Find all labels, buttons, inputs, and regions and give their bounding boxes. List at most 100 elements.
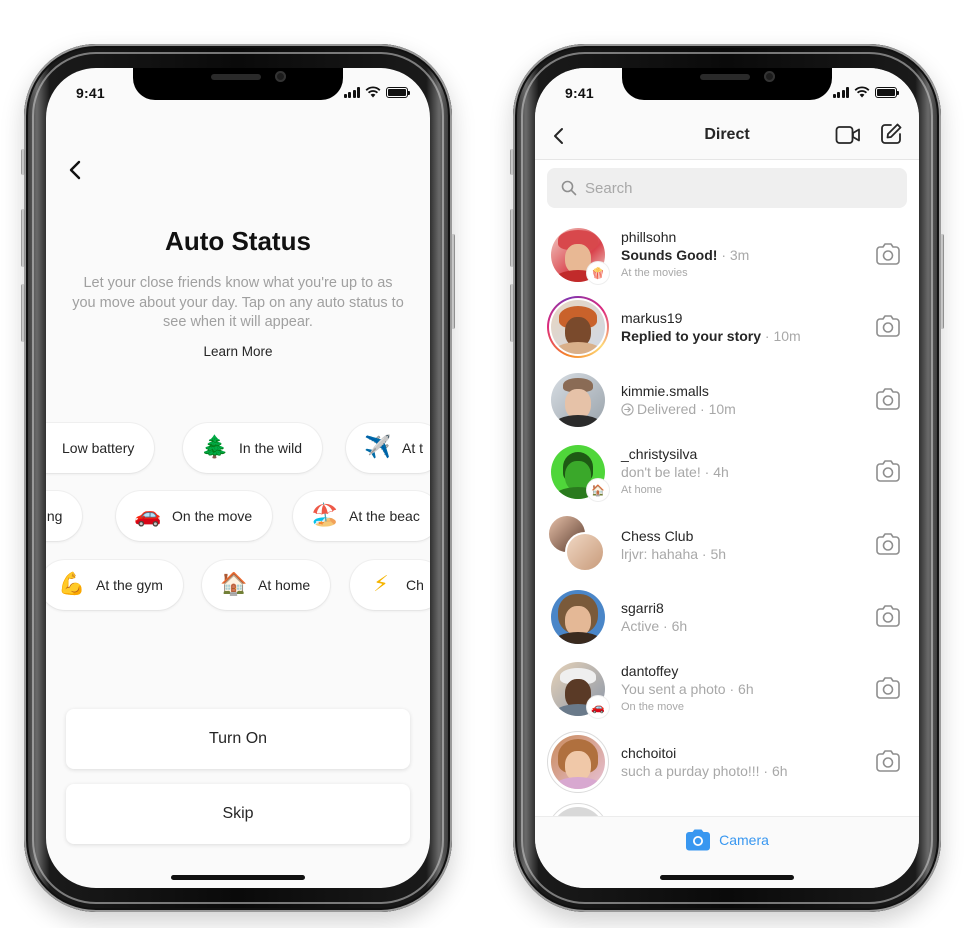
camera-icon[interactable] bbox=[875, 604, 901, 628]
avatar[interactable] bbox=[547, 730, 609, 793]
status-time: 9:41 bbox=[565, 85, 594, 101]
thread-username: markus19 bbox=[621, 310, 683, 327]
thread-username: Chess Club bbox=[621, 527, 694, 544]
thread-row[interactable]: 🚗 dantoffey You sent a photo · 6h On the… bbox=[535, 652, 919, 724]
camera-icon[interactable] bbox=[875, 242, 901, 266]
battery-icon: 🔋 bbox=[46, 437, 51, 459]
turn-on-button[interactable]: Turn On bbox=[66, 709, 410, 769]
chip-label: On the move bbox=[172, 508, 253, 524]
thread-message: Sounds Good! bbox=[621, 247, 718, 263]
status-chip-on-the-move[interactable]: 🚗 On the move bbox=[116, 491, 273, 541]
thread-row[interactable]: sgarri8 Active · 6h bbox=[535, 580, 919, 652]
notch bbox=[622, 68, 832, 100]
nav-bar: Direct bbox=[535, 112, 919, 160]
avatar-photo bbox=[551, 589, 605, 644]
volume-up-button bbox=[21, 209, 25, 267]
thread-username: kimmie.smalls bbox=[621, 382, 709, 399]
chip-label: At home bbox=[258, 577, 311, 593]
cellular-signal-icon bbox=[343, 86, 360, 98]
thread-row[interactable]: Chess Club lrjvr: hahaha · 5h bbox=[535, 508, 919, 580]
group-member-photo bbox=[565, 531, 605, 572]
thread-message: lrjvr: hahaha bbox=[621, 545, 699, 562]
status-chip-shopping[interactable]: ping bbox=[46, 491, 83, 541]
camera-icon[interactable] bbox=[875, 314, 901, 338]
avatar[interactable] bbox=[547, 296, 609, 359]
thread-row[interactable]: 🏠 _christysilva don't be late! · 4h At h… bbox=[535, 435, 919, 507]
status-chip-at-the-airport[interactable]: ✈️ At t bbox=[346, 423, 430, 473]
wifi-icon bbox=[854, 86, 870, 98]
camera-icon[interactable] bbox=[875, 387, 901, 411]
thread-row[interactable]: 🍿 phillsohn Sounds Good! · 3m At the mov… bbox=[535, 218, 919, 290]
avatar-photo bbox=[551, 734, 605, 789]
chip-label: At t bbox=[402, 440, 424, 456]
thread-row[interactable]: kimmie.smalls Delivered · 10m bbox=[535, 363, 919, 435]
status-chip-at-home[interactable]: 🏠 At home bbox=[202, 560, 331, 610]
avatar[interactable]: 🚗 bbox=[549, 660, 609, 719]
status-chip-row-2: ping 🚗 On the move 🏖️ At the beac bbox=[46, 491, 430, 541]
video-call-icon[interactable] bbox=[835, 124, 861, 146]
lightning-icon: ⚡ bbox=[373, 572, 389, 597]
status-chip-at-the-gym[interactable]: 💪 At the gym bbox=[46, 560, 183, 610]
learn-more-link[interactable]: Learn More bbox=[46, 344, 430, 359]
beach-icon: 🏖️ bbox=[311, 503, 339, 528]
skip-button[interactable]: Skip bbox=[66, 784, 410, 844]
camera-icon[interactable] bbox=[875, 532, 901, 556]
home-indicator bbox=[660, 875, 794, 880]
camera-icon[interactable] bbox=[875, 749, 901, 773]
status-time: 9:41 bbox=[76, 85, 105, 101]
status-chip-at-the-beach[interactable]: 🏖️ At the beac bbox=[293, 491, 430, 541]
chip-label: ping bbox=[46, 508, 63, 524]
camera-icon[interactable] bbox=[875, 676, 901, 700]
thread-auto-status: At home bbox=[621, 484, 662, 497]
page-title: Auto Status bbox=[165, 226, 311, 256]
search-bar[interactable] bbox=[547, 168, 907, 208]
thread-auto-status: On the move bbox=[621, 701, 684, 714]
search-icon bbox=[561, 180, 577, 196]
battery-icon bbox=[875, 86, 899, 98]
chip-label: Ch bbox=[406, 577, 424, 593]
thread-list[interactable]: 🍿 phillsohn Sounds Good! · 3m At the mov… bbox=[535, 218, 919, 870]
house-icon: 🏠 bbox=[220, 572, 248, 597]
auto-status-badge: 🍿 bbox=[587, 262, 609, 284]
thread-time: 5h bbox=[710, 545, 727, 562]
volume-down-button bbox=[510, 284, 514, 342]
thread-username: chchoitoi bbox=[621, 744, 677, 761]
thread-row[interactable]: markus19 Replied to your story · 10m bbox=[535, 290, 919, 362]
compose-icon[interactable] bbox=[879, 122, 903, 146]
auto-status-badge: 🚗 bbox=[587, 696, 609, 719]
volume-up-button bbox=[510, 209, 514, 267]
page-description: Let your close friends know what you're … bbox=[72, 275, 404, 330]
avatar[interactable]: 🍿 bbox=[549, 226, 609, 284]
search-input[interactable] bbox=[585, 179, 835, 197]
status-chip-charging[interactable]: ⚡ Ch bbox=[350, 560, 430, 610]
thread-message: Active bbox=[621, 617, 660, 634]
mute-switch bbox=[21, 149, 25, 175]
power-button bbox=[451, 234, 455, 329]
tree-icon: 🌲 bbox=[201, 435, 229, 460]
avatar[interactable]: 🏠 bbox=[549, 443, 609, 502]
thread-time: 4h bbox=[713, 464, 729, 481]
thread-username: sgarri8 bbox=[621, 599, 664, 616]
thread-auto-status: At the movies bbox=[621, 267, 688, 279]
avatar[interactable] bbox=[549, 588, 607, 646]
status-chip-low-battery[interactable]: 🔋 Low battery bbox=[46, 423, 155, 473]
thread-time: 6h bbox=[772, 762, 788, 779]
home-indicator bbox=[171, 875, 305, 880]
group-avatar[interactable] bbox=[547, 513, 607, 574]
power-button bbox=[940, 234, 944, 329]
volume-down-button bbox=[21, 284, 25, 342]
chip-label: Low battery bbox=[62, 440, 135, 456]
phone-frame-right: 9:41 Direct Search 🍿 phillsohn Sounds Go… bbox=[510, 44, 944, 912]
avatar[interactable] bbox=[549, 371, 607, 429]
status-chip-row-1: 🔋 Low battery 🌲 In the wild ✈️ At t bbox=[46, 423, 430, 473]
thread-message: such a purday photo!!! bbox=[621, 762, 760, 779]
back-chevron-icon[interactable] bbox=[64, 156, 88, 184]
camera-icon[interactable] bbox=[875, 459, 901, 483]
status-chip-in-the-wild[interactable]: 🌲 In the wild bbox=[183, 423, 323, 473]
cellular-signal-icon bbox=[832, 86, 849, 98]
avatar-photo bbox=[551, 300, 605, 355]
airplane-icon: ✈️ bbox=[364, 435, 392, 460]
thread-row[interactable]: chchoitoi such a purday photo!!! · 6h bbox=[535, 725, 919, 797]
camera-button[interactable]: Camera bbox=[535, 829, 919, 851]
thread-time: 6h bbox=[671, 617, 688, 634]
